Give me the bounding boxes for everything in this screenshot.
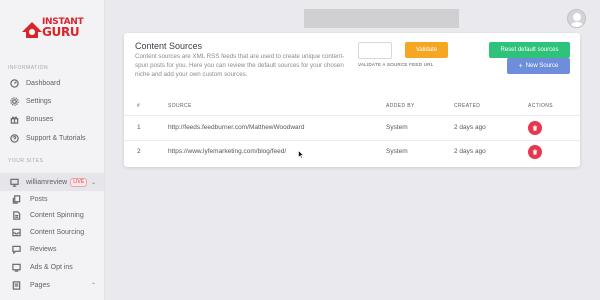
column-header-created: CREATED	[454, 103, 481, 109]
sidebar-item-label: Reviews	[30, 245, 57, 253]
sidebar-item-label: Settings	[26, 97, 52, 105]
pages-icon	[10, 279, 22, 291]
dashboard-icon	[8, 77, 20, 89]
column-header-actions: ACTIONS	[528, 103, 554, 109]
sidebar-item-label: Pages	[30, 281, 50, 289]
sidebar-item-label: Content Spinning	[30, 211, 84, 219]
section-label-information: INFORMATION	[8, 65, 49, 71]
page-description: Content sources are XML RSS feeds that a…	[135, 53, 345, 78]
chevron-down-icon: ⌄	[90, 179, 96, 186]
copy-icon	[10, 193, 22, 205]
created-date: 2 days ago	[454, 148, 486, 155]
reset-default-sources-button[interactable]: Reset default sources	[489, 42, 570, 58]
plus-icon: +	[518, 62, 523, 70]
added-by: System	[386, 124, 408, 131]
new-source-button[interactable]: + New Source	[507, 58, 570, 74]
delete-source-button[interactable]	[528, 145, 542, 159]
logo-mark-icon	[22, 22, 42, 38]
page-title: Content Sources	[135, 41, 203, 51]
sidebar-item-ads[interactable]: Ads & Opt ins	[0, 259, 104, 275]
site-name: williamreview	[26, 178, 68, 186]
chevron-up-icon: ⌃	[90, 282, 96, 289]
logo-line-2: GURU	[42, 25, 80, 39]
document-icon	[10, 209, 22, 221]
trash-icon	[532, 149, 538, 155]
help-circle-icon	[8, 132, 20, 144]
sidebar-item-label: Posts	[30, 195, 48, 203]
avatar[interactable]	[567, 9, 586, 28]
mouse-cursor-icon	[298, 150, 304, 159]
created-date: 2 days ago	[454, 124, 486, 131]
sidebar-item-label: Content Sourcing	[30, 228, 85, 236]
sidebar-item-support[interactable]: Support & Tutorials	[0, 130, 104, 146]
live-badge: LIVE	[70, 177, 88, 187]
sidebar-item-label: Support & Tutorials	[26, 134, 86, 142]
row-number: 2	[137, 148, 141, 155]
avatar-head	[573, 13, 581, 21]
section-label-sites: YOUR SITES	[8, 158, 44, 164]
row-number: 1	[137, 124, 141, 131]
sidebar-item-reviews[interactable]: Reviews	[0, 241, 104, 257]
sidebar-item-label: Ads & Opt ins	[30, 263, 73, 271]
source-url[interactable]: http://feeds.feedburner.com/MatthewWoodw…	[168, 124, 304, 131]
sidebar-item-posts[interactable]: Posts	[0, 191, 104, 207]
inbox-icon	[10, 226, 22, 238]
source-feed-url-input[interactable]	[358, 42, 392, 59]
delete-source-button[interactable]	[528, 121, 542, 135]
sidebar-item-bonuses[interactable]: Bonuses	[0, 111, 104, 127]
logo-text: INSTANT GURU	[42, 18, 84, 39]
top-bar-search-box[interactable]	[304, 9, 459, 28]
sidebar-item-pages[interactable]: Pages ⌃	[0, 277, 104, 293]
sidebar-item-dashboard[interactable]: Dashboard	[0, 75, 104, 91]
column-header-source: SOURCE	[168, 103, 192, 109]
sidebar-item-content-sourcing[interactable]: Content Sourcing	[0, 224, 104, 240]
site-selector[interactable]: williamreview LIVE ⌄	[0, 173, 104, 191]
ads-icon	[10, 261, 22, 273]
content-sources-card: Content Sources Content sources are XML …	[124, 33, 580, 167]
table-divider	[124, 140, 580, 141]
feed-url-help-text: VALIDATE A SOURCE FEED URL	[358, 62, 434, 67]
column-header-added-by: ADDED BY	[386, 103, 415, 109]
chat-icon	[10, 243, 22, 255]
added-by: System	[386, 148, 408, 155]
sidebar-item-label: Dashboard	[26, 79, 61, 87]
instant-guru-logo[interactable]: INSTANT GURU	[20, 14, 90, 52]
gear-icon	[8, 95, 20, 107]
gift-icon	[8, 113, 20, 125]
source-url[interactable]: https://www.lyfemarketing.com/blog/feed/	[168, 148, 286, 155]
sidebar-item-content-spinning[interactable]: Content Spinning	[0, 207, 104, 223]
monitor-icon	[8, 176, 20, 188]
sidebar-item-label: Bonuses	[26, 115, 54, 123]
validate-button[interactable]: Validate	[405, 42, 448, 58]
column-header-number: #	[137, 103, 141, 109]
trash-icon	[532, 125, 538, 131]
sidebar: INSTANT GURU INFORMATION Dashboard Setti…	[0, 0, 105, 300]
new-source-label: New Source	[525, 63, 559, 69]
table-divider	[124, 115, 580, 116]
sidebar-item-settings[interactable]: Settings	[0, 93, 104, 109]
